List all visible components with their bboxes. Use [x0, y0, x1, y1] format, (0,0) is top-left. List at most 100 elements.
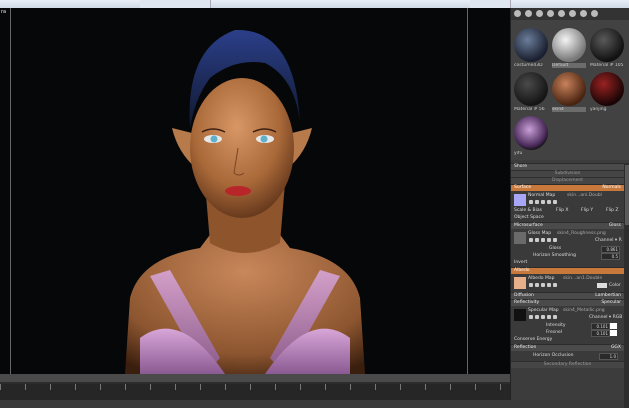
material-item[interactable]: Default: [552, 28, 586, 68]
gloss-value-field[interactable]: 0.861: [601, 246, 620, 253]
material-toolbar: [511, 8, 629, 20]
gloss-map-swatch[interactable]: [514, 232, 526, 244]
folder-icon[interactable]: [547, 10, 554, 17]
delete-icon[interactable]: [536, 10, 543, 17]
section-title: Surface: [514, 185, 532, 190]
refresh-icon[interactable]: [547, 238, 551, 242]
scrollbar-thumb[interactable]: [625, 165, 629, 225]
object-space-checkbox[interactable]: Object Space: [514, 215, 544, 220]
material-item[interactable]: Material # 56: [514, 72, 548, 112]
section-surface[interactable]: Surface Normals: [511, 184, 624, 191]
intensity-color-swatch[interactable]: [610, 323, 617, 329]
refresh-icon[interactable]: [547, 200, 551, 204]
specular-channel-select[interactable]: Channel ▾ RGB: [589, 315, 622, 320]
viewport[interactable]: ra: [0, 8, 510, 374]
window-titlebar: [0, 0, 629, 8]
map-settings-icon[interactable]: [529, 238, 533, 242]
map-settings-icon[interactable]: [529, 315, 533, 319]
search-icon[interactable]: [535, 283, 539, 287]
horizon-smoothing-field[interactable]: 0.5: [601, 253, 620, 260]
timeline-scrubber[interactable]: [0, 374, 510, 382]
scale-bias-checkbox[interactable]: Scale & Bias: [514, 208, 542, 213]
horizon-occlusion-field[interactable]: 1.0: [599, 353, 618, 360]
section-title: Shore: [514, 164, 527, 169]
material-item[interactable]: yanjing: [590, 72, 624, 112]
window-tab[interactable]: [470, 0, 511, 8]
intensity-field[interactable]: 0.101: [591, 323, 610, 330]
close-icon[interactable]: [553, 315, 557, 319]
timeline-ruler: [0, 384, 510, 400]
panel-scrollbar[interactable]: [624, 163, 629, 408]
character-render: [125, 29, 365, 374]
material-name: skin4: [552, 107, 586, 112]
window-tab[interactable]: [140, 0, 211, 8]
pen-icon[interactable]: [541, 200, 545, 204]
duplicate-icon[interactable]: [525, 10, 532, 17]
albedo-block: Albedo Map skin...an1.Double Color: [511, 274, 624, 292]
copy-icon[interactable]: [569, 10, 576, 17]
albedo-color-swatch[interactable]: [597, 283, 607, 288]
fresnel-label: Fresnel: [546, 330, 562, 335]
displacement-dropdown[interactable]: Displacement: [511, 177, 624, 184]
secondary-reflection-dropdown[interactable]: Secondary Reflection: [511, 361, 624, 368]
material-item[interactable]: costume43D: [514, 28, 548, 68]
specular-map-file[interactable]: skin4_Metallic.png: [563, 308, 605, 313]
search-icon[interactable]: [535, 238, 539, 242]
map-settings-icon[interactable]: [529, 283, 533, 287]
material-preview: [552, 28, 586, 62]
gloss-channel-select[interactable]: Channel ▾ R: [595, 238, 622, 243]
normal-map-swatch[interactable]: [514, 194, 526, 206]
pen-icon[interactable]: [541, 283, 545, 287]
normal-map-file[interactable]: skin...ani.Doubl: [567, 193, 602, 198]
section-albedo[interactable]: Albedo: [511, 267, 624, 274]
material-preview: [590, 72, 624, 106]
section-reflectivity[interactable]: Reflectivity Specular: [511, 299, 624, 306]
close-icon[interactable]: [553, 238, 557, 242]
gloss-map-file[interactable]: skin4_Roughness.png: [557, 231, 606, 236]
fresnel-field[interactable]: 0.101: [591, 330, 610, 337]
settings-icon[interactable]: [591, 10, 598, 17]
refresh-icon[interactable]: [547, 283, 551, 287]
pen-icon[interactable]: [541, 238, 545, 242]
albedo-map-file[interactable]: skin...an1.Double: [563, 276, 602, 281]
close-icon[interactable]: [553, 283, 557, 287]
albedo-map-swatch[interactable]: [514, 277, 526, 289]
map-settings-icon[interactable]: [529, 200, 533, 204]
section-title: Albedo: [514, 268, 530, 273]
section-shore[interactable]: Shore: [511, 163, 624, 170]
material-name: costume43D: [514, 63, 543, 68]
invert-checkbox[interactable]: Invert: [514, 260, 527, 265]
normal-map-label: Normal Map: [528, 193, 556, 198]
section-diffusion[interactable]: Diffusion Lambertian: [511, 292, 624, 299]
add-material-icon[interactable]: [514, 10, 521, 17]
fresnel-color-swatch[interactable]: [610, 330, 617, 336]
section-microsurface[interactable]: Microsurface Gloss: [511, 222, 624, 229]
refresh-icon[interactable]: [547, 315, 551, 319]
flip-x-checkbox[interactable]: Flip X: [556, 208, 568, 213]
flip-y-checkbox[interactable]: Flip Y: [581, 208, 593, 213]
material-name: Material # 105: [590, 63, 624, 68]
section-title: Reflection: [514, 345, 537, 350]
subdivision-dropdown[interactable]: Subdivision: [511, 170, 624, 177]
horizon-smoothing-label: Horizon Smoothing: [533, 253, 576, 258]
material-item[interactable]: Material # 105: [590, 28, 624, 68]
trash-icon[interactable]: [558, 10, 565, 17]
search-icon[interactable]: [535, 315, 539, 319]
material-preview: [514, 116, 548, 150]
gloss-map-label: Gloss Map: [528, 231, 552, 236]
material-item[interactable]: skin4: [552, 72, 586, 112]
search-icon[interactable]: [535, 200, 539, 204]
section-reflection[interactable]: Reflection GGX: [511, 344, 624, 351]
material-panel: costume43D Default Material # 105 Materi…: [510, 8, 629, 408]
specular-map-swatch[interactable]: [514, 309, 526, 321]
albedo-map-label: Albedo Map: [528, 276, 555, 281]
material-list: costume43D Default Material # 105 Materi…: [511, 20, 629, 160]
flip-z-checkbox[interactable]: Flip Z: [606, 208, 618, 213]
paste-icon[interactable]: [580, 10, 587, 17]
timeline[interactable]: [0, 374, 510, 400]
material-item[interactable]: yifu: [514, 116, 548, 156]
close-icon[interactable]: [553, 200, 557, 204]
specular-map-label: Specular Map: [528, 308, 559, 313]
pen-icon[interactable]: [541, 315, 545, 319]
conserve-energy-checkbox[interactable]: Conserve Energy: [514, 337, 552, 342]
